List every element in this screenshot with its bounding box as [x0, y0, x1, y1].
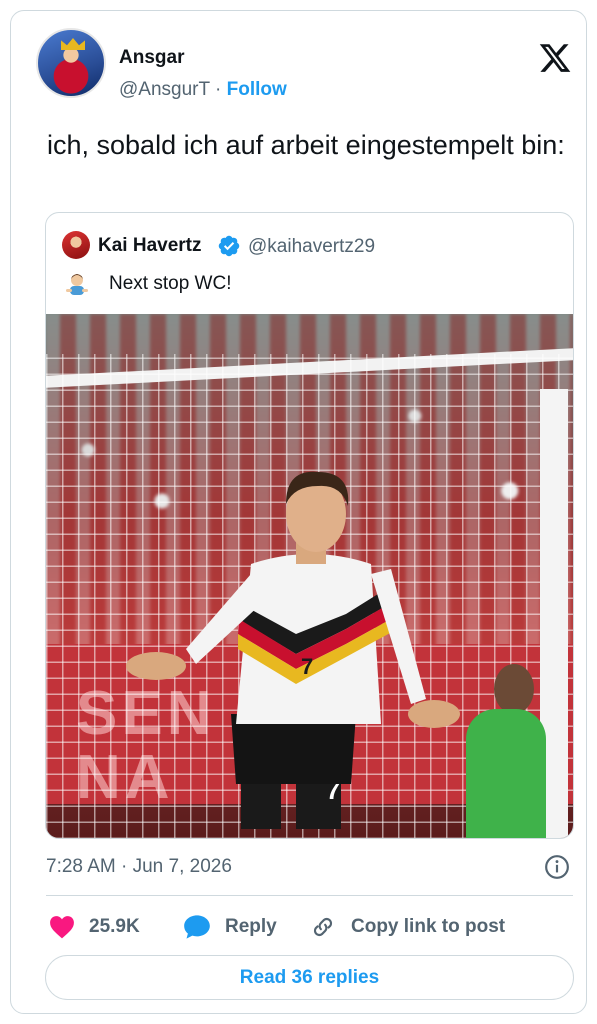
quoted-tweet-photo[interactable]: SENNA 7 7 — [46, 314, 573, 838]
separator: · — [215, 79, 222, 100]
quoted-author-avatar[interactable] — [62, 231, 90, 259]
read-replies-button[interactable]: Read 36 replies — [45, 955, 574, 1000]
author-handle[interactable]: @AnsgurT — [119, 79, 210, 100]
author-name[interactable]: Ansgar — [119, 47, 184, 69]
author-handle-line: @AnsgurT · Follow — [119, 79, 287, 101]
like-button[interactable]: 25.9K — [49, 914, 140, 940]
like-count: 25.9K — [89, 916, 140, 937]
quoted-author-name[interactable]: Kai Havertz — [98, 235, 202, 257]
tweet-text: ich, sobald ich auf arbeit eingestempelt… — [47, 130, 565, 160]
speech-bubble-icon — [184, 915, 210, 939]
link-icon — [313, 917, 333, 937]
follow-button[interactable]: Follow — [227, 79, 287, 100]
copy-link-button[interactable]: Copy link to post — [309, 914, 505, 940]
quoted-tweet-text: Next stop WC! — [109, 273, 232, 294]
heart-icon — [50, 916, 74, 939]
quoted-tweet[interactable]: Kai Havertz @kaihavertz29 Next stop WC! … — [45, 212, 574, 839]
svg-text:7: 7 — [301, 654, 313, 679]
author-avatar[interactable] — [36, 28, 106, 98]
verified-badge-icon — [218, 235, 240, 257]
avatar-crown — [61, 38, 85, 50]
tweet-timestamp[interactable]: 7:28 AM · Jun 7, 2026 — [46, 856, 232, 878]
copy-link-label: Copy link to post — [351, 916, 506, 937]
football-player: 7 7 — [126, 471, 460, 829]
reply-button[interactable]: Reply — [183, 914, 277, 940]
x-logo-icon[interactable] — [537, 41, 573, 75]
divider — [46, 895, 573, 896]
info-icon[interactable] — [544, 854, 570, 880]
tweet-embed-card: Ansgar @AnsgurT · Follow ich, sobald ich… — [10, 10, 587, 1014]
reply-label: Reply — [225, 916, 277, 937]
quoted-author-handle[interactable]: @kaihavertz29 — [248, 236, 375, 258]
person-gesturing-emoji-icon — [66, 274, 88, 295]
